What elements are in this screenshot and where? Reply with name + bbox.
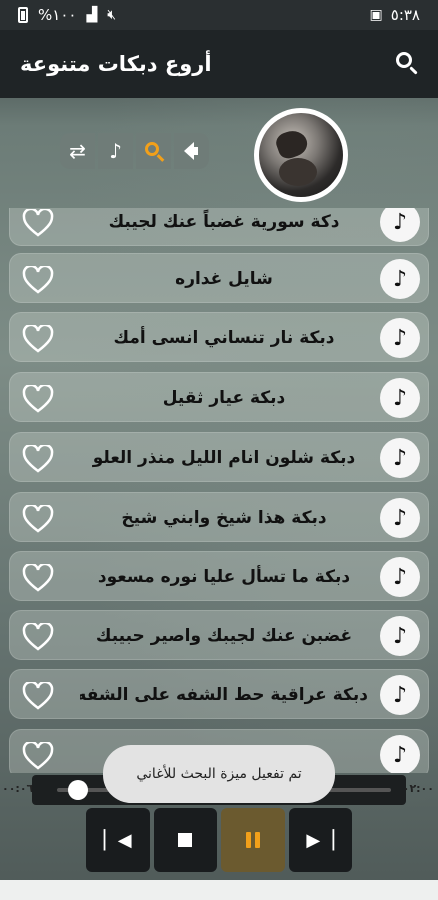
heart-icon[interactable] xyxy=(22,325,54,353)
repeat-icon: ⇄ xyxy=(69,139,86,163)
app-title: أروع دبكات متنوعة xyxy=(20,52,212,76)
seek-thumb[interactable] xyxy=(67,780,88,800)
music-note-icon: ♪ xyxy=(392,325,408,351)
list-item[interactable]: دبكة ما تسأل عليا نوره مسعود ♪ xyxy=(9,551,429,601)
stop-button[interactable] xyxy=(153,808,217,872)
list-item[interactable]: غضبن عنك لجيبك واصير حبيبك ♪ xyxy=(9,610,429,660)
list-item[interactable]: دبكة نار تنساني انسى أمك ♪ xyxy=(9,312,429,362)
music-note-icon: ♪ xyxy=(392,266,408,292)
music-note-icon: ♪ xyxy=(392,445,408,471)
song-list[interactable]: دكة سورية غضباً عنك لجيبك ♪ شايل غداره ♪… xyxy=(0,208,438,773)
battery-percent: %١٠٠ xyxy=(38,6,77,24)
toast-message: تم تفعيل ميزة البحث للأغاني xyxy=(103,745,335,803)
music-note-icon: ♪ xyxy=(392,564,408,590)
list-item[interactable]: دبكة شلون انام الليل منذر العلو ♪ xyxy=(9,432,429,482)
heart-icon[interactable] xyxy=(22,445,54,473)
list-item[interactable]: دبكة عراقية حط الشفه على الشفه ♪ xyxy=(9,669,429,719)
song-title: دبكة شلون انام الليل منذر العلو xyxy=(92,448,356,468)
song-title: دبكة هذا شيخ وابني شيخ xyxy=(121,508,327,528)
list-item[interactable]: دكة سورية غضباً عنك لجيبك ♪ xyxy=(9,208,429,246)
search-icon xyxy=(396,52,412,68)
album-art xyxy=(254,108,348,202)
heart-icon[interactable] xyxy=(22,623,54,651)
speaker-icon xyxy=(183,142,198,160)
previous-button[interactable]: ▏◀ xyxy=(86,808,150,872)
pause-button[interactable] xyxy=(221,808,285,872)
stop-icon xyxy=(178,833,193,847)
song-title: دبكة عيار ثقيل xyxy=(162,388,286,408)
song-title: غضبن عنك لجيبك واصير حبيبك xyxy=(95,626,353,646)
play-song-button[interactable]: ♪ xyxy=(380,675,420,715)
music-note-icon: ♪ xyxy=(392,505,408,531)
play-song-button[interactable]: ♪ xyxy=(380,438,420,478)
song-title: دبكة ما تسأل عليا نوره مسعود xyxy=(97,567,351,587)
system-nav-bar xyxy=(0,880,438,900)
song-title: شايل غداره xyxy=(175,269,273,289)
play-song-button[interactable]: ♪ xyxy=(380,208,420,242)
list-item[interactable]: شايل غداره ♪ xyxy=(9,253,429,303)
list-item[interactable]: دبكة عيار ثقيل ♪ xyxy=(9,372,429,422)
music-note-icon: ♪ xyxy=(392,742,408,768)
play-song-button[interactable]: ♪ xyxy=(380,557,420,597)
status-time: ٥:٣٨ xyxy=(390,6,420,24)
elapsed-time: ٠٠:٠٦ xyxy=(2,782,34,795)
heart-icon[interactable] xyxy=(22,564,54,592)
heart-icon[interactable] xyxy=(22,266,54,294)
heart-icon[interactable] xyxy=(22,209,54,237)
total-time: ٠٢:٠٠ xyxy=(402,782,434,795)
music-note-icon: ♪ xyxy=(392,385,408,411)
play-song-button[interactable]: ♪ xyxy=(380,498,420,538)
quick-controls: ⇄ ♪ xyxy=(60,133,212,169)
play-song-button[interactable]: ♪ xyxy=(380,616,420,656)
signal-icon: ▟ xyxy=(86,7,98,23)
play-song-button[interactable]: ♪ xyxy=(380,318,420,358)
heart-icon[interactable] xyxy=(22,505,54,533)
music-note-icon: ♪ xyxy=(109,139,122,163)
status-left: %١٠٠ ▟ 🔇︎ xyxy=(18,6,116,24)
music-note-icon: ♪ xyxy=(392,209,408,235)
status-bar: %١٠٠ ▟ 🔇︎ ▣ ٥:٣٨ xyxy=(0,0,438,30)
repeat-button[interactable]: ⇄ xyxy=(60,133,95,169)
volume-button[interactable] xyxy=(174,133,209,169)
pause-icon xyxy=(245,832,260,848)
play-song-button[interactable]: ♪ xyxy=(380,259,420,299)
heart-icon[interactable] xyxy=(22,742,54,770)
mute-icon: 🔇︎ xyxy=(107,7,117,23)
song-search-button[interactable] xyxy=(136,133,171,169)
search-icon xyxy=(144,142,159,156)
album-art-image xyxy=(259,113,343,197)
play-song-button[interactable]: ♪ xyxy=(380,378,420,418)
skip-next-icon: ▶▕ xyxy=(306,829,335,851)
music-note-icon: ♪ xyxy=(392,682,408,708)
notification-icon: ▣ xyxy=(369,7,383,23)
song-title: دبكة عراقية حط الشفه على الشفه xyxy=(80,685,368,705)
song-title: دبكة نار تنساني انسى أمك xyxy=(113,328,335,348)
player-controls: ▏◀ ▶▕ xyxy=(86,808,352,872)
next-button[interactable]: ▶▕ xyxy=(288,808,352,872)
battery-icon xyxy=(18,7,28,23)
app-bar: أروع دبكات متنوعة xyxy=(0,30,438,98)
music-note-icon: ♪ xyxy=(392,623,408,649)
list-item[interactable]: دبكة هذا شيخ وابني شيخ ♪ xyxy=(9,492,429,542)
play-song-button[interactable]: ♪ xyxy=(380,735,420,773)
heart-icon[interactable] xyxy=(22,682,54,710)
heart-icon[interactable] xyxy=(22,385,54,413)
song-title: دكة سورية غضباً عنك لجيبك xyxy=(108,212,340,232)
search-button[interactable] xyxy=(394,51,420,77)
status-right: ▣ ٥:٣٨ xyxy=(370,6,420,24)
skip-previous-icon: ▏◀ xyxy=(103,829,132,851)
music-button[interactable]: ♪ xyxy=(98,133,133,169)
